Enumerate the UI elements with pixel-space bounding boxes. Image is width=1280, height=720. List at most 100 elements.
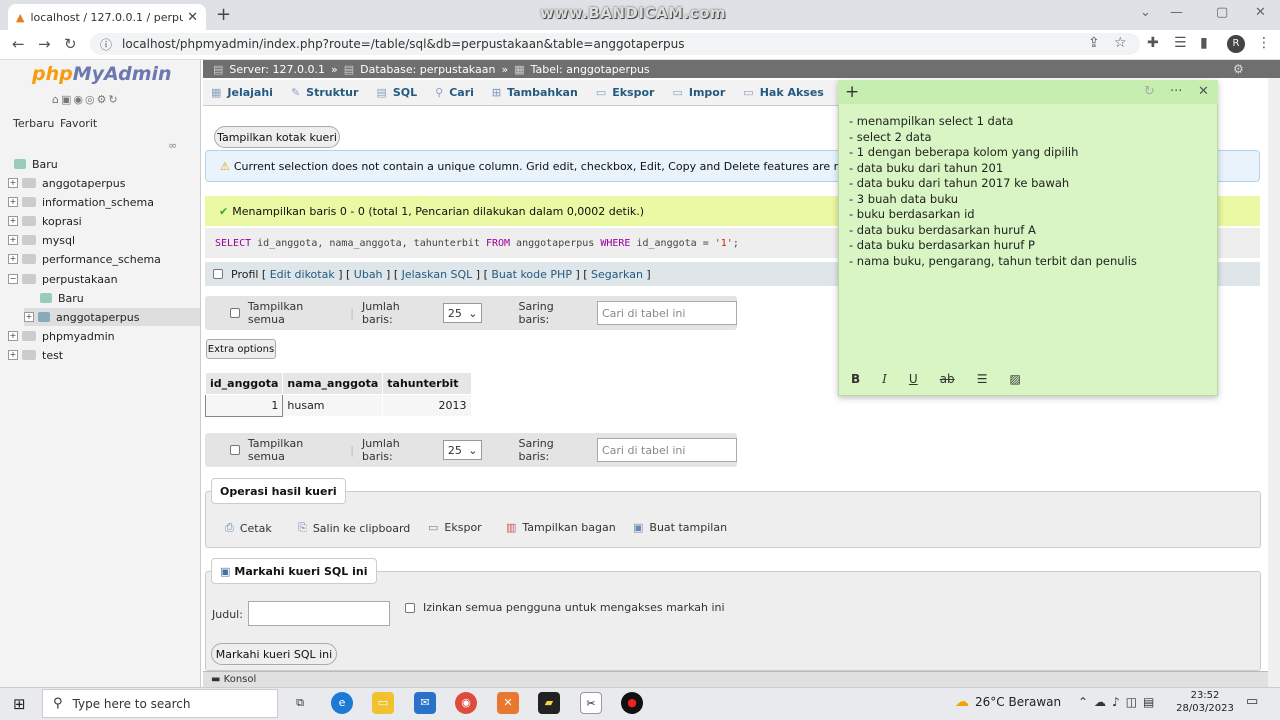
site-info-icon[interactable]: ⓘ (100, 36, 112, 53)
more-options-icon[interactable]: ··· (1170, 84, 1182, 99)
system-tray-icons[interactable]: ⌃☁♪◫▤ (1078, 695, 1160, 709)
close-note-icon[interactable]: ✕ (1198, 84, 1209, 99)
side-panel-icon[interactable]: ▮ (1200, 35, 1208, 51)
bookmark-star-icon[interactable]: ☆ (1114, 35, 1127, 51)
tab-sql[interactable]: ▤ SQL (376, 86, 417, 99)
expand-icon[interactable]: + (8, 178, 18, 188)
tab-favorite[interactable]: Favorit (60, 117, 97, 130)
edit-inline-link[interactable]: Edit dikotak (270, 268, 335, 281)
tab-export[interactable]: ▭ Ekspor (596, 86, 655, 99)
tree-item-new[interactable]: Baru (14, 155, 58, 173)
strikethrough-button[interactable]: ab (940, 372, 955, 386)
address-bar[interactable]: ⓘ localhost/phpmyadmin/index.php?route=/… (90, 33, 1140, 55)
phpmyadmin-logo[interactable]: phpMyAdmin (32, 63, 172, 85)
column-header[interactable]: nama_anggota (282, 372, 384, 395)
tab-browse[interactable]: ▦ Jelajahi (211, 86, 273, 99)
image-icon[interactable]: ▨ (1009, 372, 1020, 386)
mail-icon[interactable]: ✉ (414, 692, 436, 714)
expand-icon[interactable]: + (8, 235, 18, 245)
tree-item-information-schema[interactable]: + information_schema (8, 193, 154, 211)
show-query-box-button[interactable]: Tampilkan kotak kueri (214, 126, 340, 148)
maximize-icon[interactable]: ▢ (1216, 5, 1228, 20)
xampp-icon[interactable]: ✕ (497, 692, 519, 714)
share-icon[interactable]: ⇪ (1088, 35, 1100, 51)
home-icon[interactable]: ⌂▣◉◎⚙↻ (52, 93, 120, 106)
tree-item-table-anggotaperpus[interactable]: + anggotaperpus (24, 308, 200, 326)
breadcrumb-table[interactable]: Tabel: anggotaperpus (531, 63, 650, 76)
new-tab-icon[interactable]: + (216, 4, 231, 25)
browser-tab[interactable]: ▲ localhost / 127.0.0.1 / perpustaka ✕ (8, 4, 206, 30)
bold-button[interactable]: B (851, 372, 860, 386)
copy-clipboard-link[interactable]: ⎘ Salin ke clipboard (298, 521, 410, 535)
avatar[interactable]: R (1227, 35, 1245, 53)
show-all-checkbox[interactable] (230, 445, 240, 455)
note-text[interactable]: - menampilkan select 1 data - select 2 d… (849, 114, 1137, 269)
tree-item-new-table[interactable]: Baru (40, 289, 84, 307)
tab-import[interactable]: ▭ Impor (672, 86, 725, 99)
column-header[interactable]: tahunterbit (382, 372, 472, 395)
tab-privileges[interactable]: ▭ Hak Akses (743, 86, 824, 99)
sticky-notes-app-icon[interactable]: ▰ (538, 692, 560, 714)
breadcrumb-database[interactable]: Database: perpustakaan (360, 63, 495, 76)
edit-link[interactable]: Ubah (354, 268, 383, 281)
capcut-icon[interactable]: ✂ (580, 692, 602, 714)
reading-list-icon[interactable]: ☰ (1174, 35, 1187, 51)
bookmark-submit-button[interactable]: Markahi kueri SQL ini (211, 643, 337, 665)
underline-button[interactable]: U (909, 372, 918, 386)
chrome-icon[interactable]: ◉ (455, 692, 477, 714)
taskbar-search[interactable]: ⚲ Type here to search (42, 689, 278, 718)
tab-structure[interactable]: ✎ Struktur (291, 86, 359, 99)
chevron-down-icon[interactable]: ⌄ (1140, 5, 1151, 20)
reload-icon[interactable]: ↻ (64, 35, 77, 53)
settings-icon[interactable]: ⚙ (1233, 62, 1244, 76)
explain-sql-link[interactable]: Jelaskan SQL (402, 268, 473, 281)
rows-select[interactable]: 25 ⌄ (442, 303, 483, 323)
add-note-icon[interactable]: + (845, 82, 859, 102)
extensions-icon[interactable]: ✚ (1147, 35, 1159, 51)
tab-search[interactable]: ⚲ Cari (435, 86, 474, 99)
tree-item-phpmyadmin[interactable]: + phpmyadmin (8, 327, 115, 345)
display-chart-link[interactable]: ▥ Tampilkan bagan (506, 521, 616, 534)
sync-icon[interactable]: ↻ (1144, 84, 1155, 99)
windows-start-icon[interactable]: ⊞ (13, 695, 26, 713)
italic-button[interactable]: I (882, 372, 887, 386)
export-link[interactable]: ▭ Ekspor (428, 521, 482, 534)
extra-options-button[interactable]: Extra options (206, 339, 276, 359)
share-checkbox[interactable] (405, 602, 415, 613)
breadcrumb-server[interactable]: Server: 127.0.0.1 (229, 63, 325, 76)
file-explorer-icon[interactable]: ▭ (372, 692, 394, 714)
tree-item-performance-schema[interactable]: + performance_schema (8, 250, 161, 268)
tree-item-anggotaperpus[interactable]: + anggotaperpus (8, 174, 125, 192)
column-header[interactable]: id_anggota (204, 372, 284, 395)
rows-select[interactable]: 25 ⌄ (442, 440, 483, 460)
close-window-icon[interactable]: ✕ (1255, 5, 1266, 20)
tree-item-mysql[interactable]: + mysql (8, 231, 75, 249)
link-icon[interactable]: ∞ (168, 139, 177, 152)
refresh-link[interactable]: Segarkan (591, 268, 643, 281)
scrollbar[interactable] (1268, 78, 1280, 687)
menu-dots-icon[interactable]: ⋮ (1257, 35, 1271, 51)
bullet-list-icon[interactable]: ☰ (977, 372, 988, 386)
back-icon[interactable]: ← (12, 35, 25, 53)
tree-item-perpustakaan[interactable]: − perpustakaan (8, 270, 118, 288)
create-view-link[interactable]: ▣ Buat tampilan (633, 521, 727, 534)
filter-input[interactable]: Cari di tabel ini (596, 301, 738, 325)
expand-icon[interactable]: + (8, 331, 18, 341)
bandicam-icon[interactable]: ● (621, 692, 643, 714)
edge-icon[interactable]: e (331, 692, 353, 714)
print-link[interactable]: ⎙ Cetak (225, 521, 272, 535)
minimize-icon[interactable]: — (1170, 5, 1183, 20)
bookmark-share-option[interactable]: Izinkan semua pengguna untuk mengakses m… (405, 601, 725, 614)
task-view-icon[interactable]: ⧉ (289, 692, 311, 714)
expand-icon[interactable]: + (24, 312, 34, 322)
profile-checkbox[interactable] (213, 269, 223, 279)
notification-icon[interactable]: ▭ (1246, 694, 1258, 709)
create-php-code-link[interactable]: Buat kode PHP (491, 268, 572, 281)
bookmark-title-input[interactable] (248, 601, 390, 626)
console-bar[interactable]: ▬ Konsol (203, 671, 1280, 687)
weather-widget[interactable]: ☁ 26°C Berawan (955, 694, 1061, 710)
filter-input[interactable]: Cari di tabel ini (596, 438, 738, 462)
tab-recent[interactable]: Terbaru (13, 117, 54, 130)
expand-icon[interactable]: + (8, 350, 18, 360)
show-all-checkbox[interactable] (230, 308, 240, 318)
